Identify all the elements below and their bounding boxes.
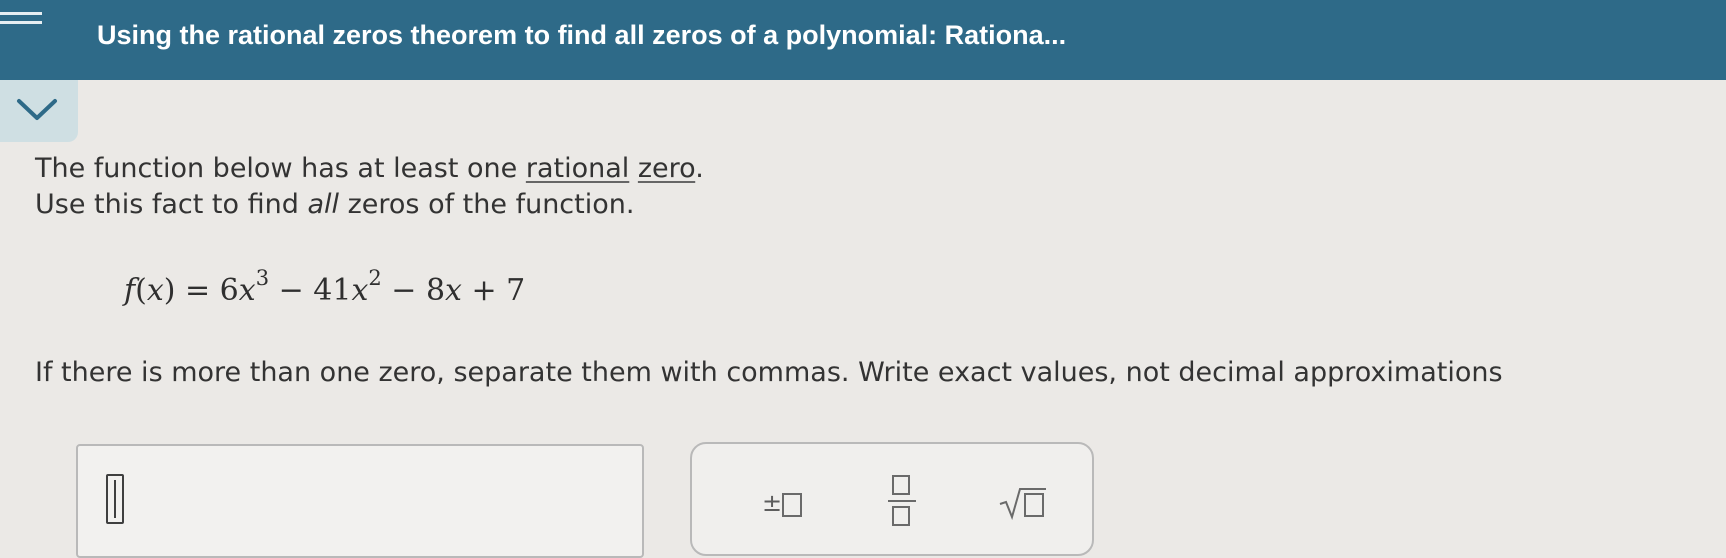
top-header-bar: Using the rational zeros theorem to find… — [0, 0, 1726, 80]
fraction-bar-icon — [888, 500, 916, 502]
formula-end: + 7 — [461, 273, 526, 308]
problem-statement-line1: The function below has at least one rati… — [35, 153, 704, 184]
fraction-denominator-icon — [892, 506, 910, 526]
menu-icon[interactable] — [0, 10, 42, 30]
period-text: . — [695, 153, 704, 184]
space-text — [629, 153, 638, 184]
instruction-text: If there is more than one zero, separate… — [35, 357, 1503, 388]
statement-text: Use this fact to find — [35, 189, 308, 220]
statement-text: The function below has at least one — [35, 153, 526, 184]
rational-link[interactable]: rational — [526, 153, 629, 184]
math-toolbar: ± — [690, 442, 1094, 556]
emphasis-all: all — [307, 189, 340, 220]
square-root-icon — [999, 488, 1046, 520]
formula-close-paren: ) — [163, 273, 176, 308]
formula-x2: x — [351, 273, 369, 308]
collapse-toggle[interactable] — [0, 80, 78, 142]
zero-link[interactable]: zero — [638, 153, 695, 184]
page-title: Using the rational zeros theorem to find… — [97, 20, 1067, 50]
formula-f: f — [124, 273, 136, 308]
formula-x1: x — [238, 273, 256, 308]
function-formula: f(x) = 6x3 − 41x2 − 8x + 7 — [124, 266, 526, 308]
formula-x3: x — [445, 273, 462, 308]
text-cursor-placeholder[interactable] — [106, 474, 124, 524]
formula-exp2: 2 — [368, 266, 382, 290]
fraction-button[interactable] — [862, 444, 942, 528]
square-root-button[interactable] — [982, 444, 1062, 528]
statement-text: zeros of the function. — [339, 189, 635, 220]
formula-x: x — [146, 273, 164, 308]
formula-eq-coef: = 6 — [175, 273, 239, 308]
fraction-icon — [892, 475, 910, 495]
formula-mid: − 41 — [269, 273, 352, 308]
plus-minus-icon: ± — [762, 489, 783, 517]
chevron-down-icon — [17, 99, 57, 120]
formula-end-coef: − 8 — [381, 273, 446, 308]
formula-exp1: 3 — [255, 266, 270, 290]
formula-open-paren: ( — [135, 273, 147, 308]
problem-statement-line2: Use this fact to find all zeros of the f… — [35, 189, 634, 220]
placeholder-box-icon — [782, 493, 802, 517]
plus-minus-button[interactable]: ± — [732, 444, 822, 528]
